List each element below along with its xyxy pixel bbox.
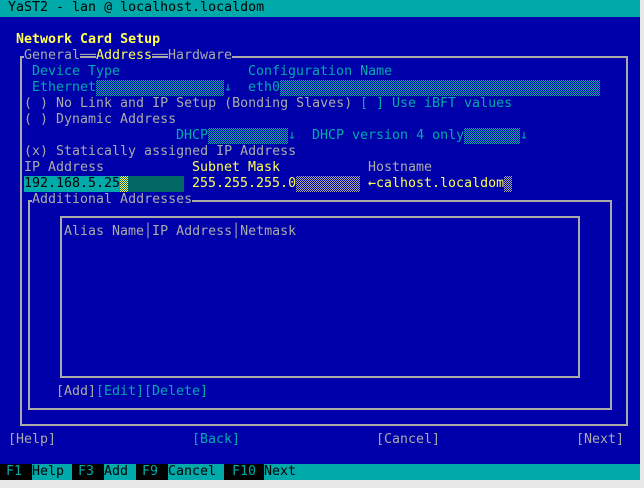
no-link-label: No Link and IP Setup (Bonding Slaves) <box>56 96 353 111</box>
dynamic-label: Dynamic Address <box>56 112 177 127</box>
hostname-input[interactable]: ←calhost.localdom <box>368 176 504 192</box>
static-label: Statically assigned IP Address <box>56 144 297 159</box>
next-button[interactable]: [Next] <box>576 432 624 448</box>
chevron-down-icon[interactable]: ↓ <box>288 128 296 144</box>
title-bar: YaST2 - lan @ localhost.localdom <box>0 0 640 17</box>
subnet-label: Subnet Mask <box>192 160 281 175</box>
back-button[interactable]: [Back] <box>192 432 240 448</box>
dhcp-mode-select[interactable]: DHCP <box>176 128 208 144</box>
subnet-input[interactable]: 255.255.255.0 <box>192 176 296 192</box>
window-title: YaST2 - lan @ localhost.localdom <box>8 0 265 15</box>
subnet-fill <box>296 176 360 192</box>
hostname-fill <box>504 176 512 192</box>
device-type-select[interactable]: Ethernet <box>32 80 96 96</box>
ip-label: IP Address <box>24 160 105 175</box>
table-header: Alias Name│IP Address│Netmask <box>64 224 297 239</box>
terminal-screen: YaST2 - lan @ localhost.localdom Network… <box>0 0 640 480</box>
ip-input[interactable]: 192.168.5.25 <box>24 176 120 192</box>
ip-fill <box>120 176 184 192</box>
help-button[interactable]: [Help] <box>8 432 56 448</box>
ibft-checkbox[interactable]: [ ] <box>360 96 384 112</box>
fkey-f3[interactable]: F3 <box>72 464 104 480</box>
edit-button[interactable]: [Edit] <box>96 384 144 400</box>
config-name-label: Configuration Name <box>248 64 393 79</box>
delete-button[interactable]: [Delete] <box>144 384 208 400</box>
additional-addresses-title: Additional Addresses <box>32 192 193 208</box>
config-name-input[interactable]: eth0 <box>248 80 280 96</box>
chevron-down-icon[interactable]: ↓ <box>224 80 232 96</box>
dhcp-version-select[interactable]: DHCP version 4 only <box>312 128 464 144</box>
static-radio[interactable]: (x) <box>24 144 48 160</box>
hostname-label: Hostname <box>368 160 433 175</box>
cancel-button[interactable]: [Cancel] <box>376 432 440 448</box>
no-link-radio[interactable]: ( ) <box>24 96 48 112</box>
alias-table[interactable] <box>60 216 580 378</box>
fkey-f10-label[interactable]: Next <box>264 464 296 480</box>
fkey-f10[interactable]: F10 <box>224 464 264 480</box>
fkey-f1-label[interactable]: Help <box>32 464 64 480</box>
ibft-label: Use iBFT values <box>392 96 513 111</box>
tab-address[interactable]: Address <box>96 48 153 64</box>
dynamic-radio[interactable]: ( ) <box>24 112 48 128</box>
tab-general[interactable]: General <box>24 48 81 64</box>
dhcp-mode-fill <box>208 128 288 144</box>
tab-hardware[interactable]: Hardware <box>168 48 233 64</box>
fkey-f1[interactable]: F1 <box>0 464 32 480</box>
fkey-f9[interactable]: F9 <box>136 464 168 480</box>
chevron-down-icon[interactable]: ↓ <box>520 128 528 144</box>
config-name-fill <box>280 80 600 96</box>
device-type-fill <box>96 80 224 96</box>
dialog-title: Network Card Setup <box>16 32 161 47</box>
fkey-f9-label[interactable]: Cancel <box>168 464 216 480</box>
dhcp-version-fill <box>464 128 520 144</box>
ip-cursor <box>120 176 128 192</box>
add-button[interactable]: [Add] <box>56 384 96 400</box>
fkey-f3-label[interactable]: Add <box>104 464 128 480</box>
device-type-label: Device Type <box>32 64 121 79</box>
